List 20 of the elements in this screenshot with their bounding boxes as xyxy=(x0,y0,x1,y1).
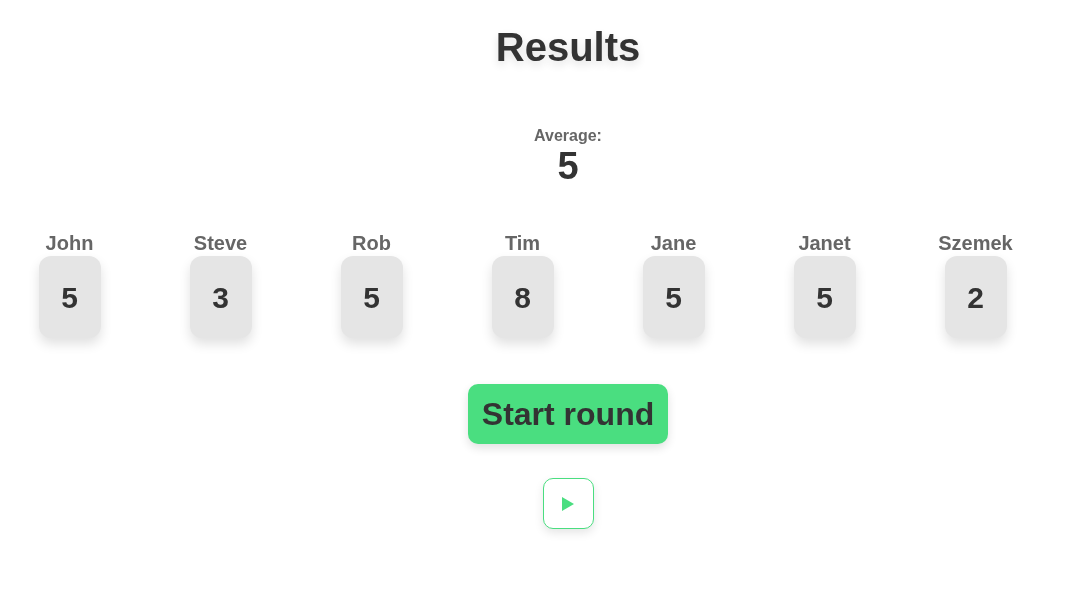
player-name: Jane xyxy=(650,231,697,256)
player-name: Steve xyxy=(193,231,248,256)
play-icon xyxy=(561,495,575,512)
average-label: Average: xyxy=(534,126,602,146)
player-name: John xyxy=(45,231,94,256)
page-title: Results xyxy=(495,24,641,71)
player-name: Janet xyxy=(798,231,851,256)
average-value: 5 xyxy=(557,146,579,186)
vote-card: 3 xyxy=(189,256,252,338)
player-name: Szemek xyxy=(938,231,1013,256)
player-name: Tim xyxy=(504,231,541,256)
play-button[interactable] xyxy=(542,478,594,529)
player-name: Rob xyxy=(352,231,391,256)
vote-card: 8 xyxy=(491,256,554,338)
vote-card: 2 xyxy=(944,256,1007,338)
vote-card: 5 xyxy=(793,256,856,338)
start-round-button[interactable]: Start round xyxy=(467,384,669,444)
vote-card: 5 xyxy=(340,256,403,338)
vote-card: 5 xyxy=(38,256,101,338)
vote-card: 5 xyxy=(642,256,705,338)
